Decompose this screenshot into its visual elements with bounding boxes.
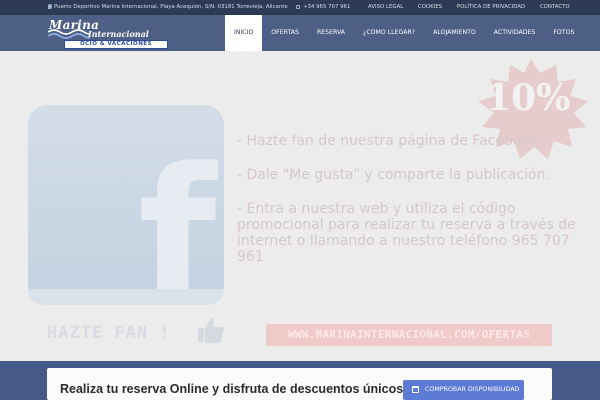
nav-item-actividades[interactable]: ACTIVIDADES bbox=[485, 15, 545, 51]
link-privacy-policy[interactable]: POLÍTICA DE PRIVACIDAD bbox=[457, 4, 525, 10]
main-nav: INICIO OFERTAS RESERVA ¿COMO LLEGAR? ALO… bbox=[225, 15, 583, 51]
booking-box: Realiza tu reserva Online y disfruta de … bbox=[47, 368, 552, 400]
facebook-icon: f bbox=[28, 105, 224, 325]
phone[interactable]: +34 965 707 961 bbox=[296, 4, 350, 10]
link-cookies[interactable]: COOKIES bbox=[418, 4, 442, 10]
hero-banner: 10% f - Hazte fan de nuestra página de F… bbox=[0, 51, 600, 361]
discount-text: 10% bbox=[486, 77, 571, 119]
nav-item-reserva[interactable]: RESERVA bbox=[308, 15, 354, 51]
address-text: Puerto Deportivo Marina Internacional, P… bbox=[54, 4, 288, 10]
nav-item-como-llegar[interactable]: ¿COMO LLEGAR? bbox=[354, 15, 424, 51]
thumbs-up-icon bbox=[198, 318, 224, 343]
phone-number[interactable]: +34 965 707 961 bbox=[303, 4, 350, 10]
button-label: COMPROBAR DISPONIBILIDAD bbox=[425, 386, 520, 393]
top-info-bar: Puerto Deportivo Marina Internacional, P… bbox=[0, 0, 600, 15]
check-availability-button[interactable]: COMPROBAR DISPONIBILIDAD bbox=[403, 380, 524, 400]
nav-item-fotos[interactable]: FOTOS bbox=[544, 15, 583, 51]
promo-step-3: - Entra a nuestra web y utiliza el códig… bbox=[237, 201, 576, 265]
promo-step-2: - Dale "Me gusta" y comparte la publicac… bbox=[237, 167, 550, 183]
link-contact[interactable]: CONTACTO bbox=[540, 4, 570, 10]
top-links: AVISO LEGAL COOKIES POLÍTICA DE PRIVACID… bbox=[368, 4, 583, 10]
calendar-icon bbox=[412, 386, 419, 393]
promo-instructions: - Hazte fan de nuestra página de Faceboo… bbox=[237, 133, 597, 283]
phone-icon bbox=[296, 4, 300, 9]
fan-text: HAZTE FAN ! bbox=[47, 323, 171, 343]
booking-title: Realiza tu reserva Online y disfruta de … bbox=[60, 382, 404, 396]
nav-item-alojamiento[interactable]: ALOJAMIENTO bbox=[424, 15, 485, 51]
location-pin-icon bbox=[48, 4, 52, 9]
nav-item-inicio[interactable]: INICIO bbox=[225, 15, 263, 51]
logo-word-internacional: Internacional bbox=[88, 29, 149, 39]
logo-tagline: OCIO & VACACIONES bbox=[64, 40, 168, 49]
promo-step-1: - Hazte fan de nuestra página de Faceboo… bbox=[237, 133, 539, 149]
promo-url[interactable]: WWW.MARINAINTERNACIONAL.COM/OFERTAS bbox=[266, 324, 552, 346]
site-header: Marina Internacional OCIO & VACACIONES I… bbox=[0, 15, 600, 51]
address: Puerto Deportivo Marina Internacional, P… bbox=[48, 4, 288, 10]
nav-item-ofertas[interactable]: OFERTAS bbox=[262, 15, 308, 51]
link-aviso-legal[interactable]: AVISO LEGAL bbox=[368, 4, 403, 10]
icon-shadow bbox=[28, 289, 224, 305]
